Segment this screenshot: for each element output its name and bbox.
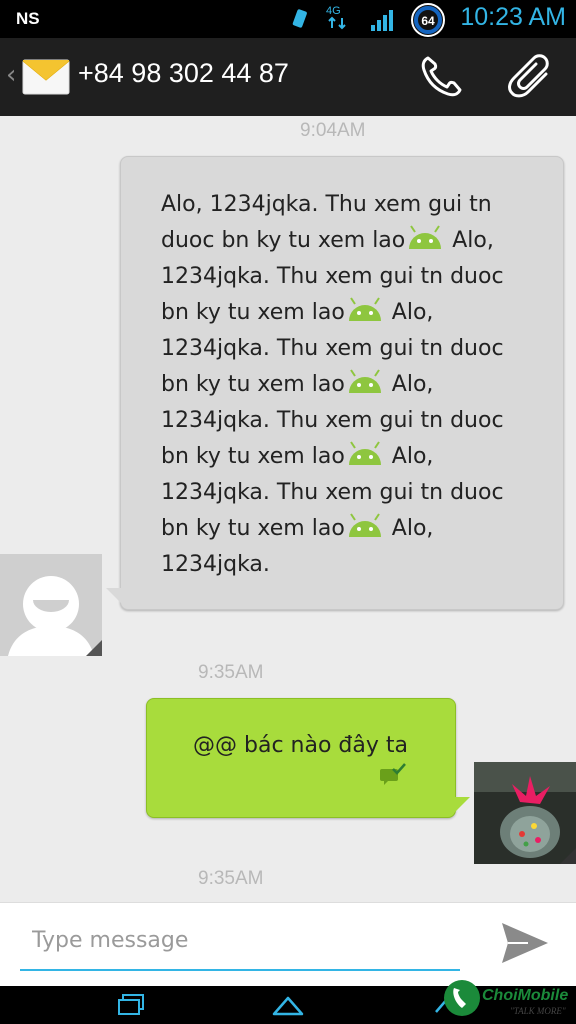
contact-number[interactable]: +84 98 302 44 87 bbox=[78, 58, 289, 89]
message-line: 1234jqka. Thu xem gui tn duoc bbox=[161, 480, 504, 505]
outgoing-bubble-tail bbox=[454, 797, 470, 813]
outgoing-timestamp: 9:35AM bbox=[198, 662, 264, 683]
send-icon[interactable] bbox=[498, 919, 552, 967]
phone-icon[interactable] bbox=[416, 52, 466, 102]
watermark-brand: ChoiMobile bbox=[482, 987, 568, 1004]
clock: 10:23 AM bbox=[460, 3, 566, 31]
message-line: bn ky tu xem lao bbox=[161, 372, 345, 397]
paperclip-icon[interactable] bbox=[506, 52, 556, 102]
status-icons: 4G 64 bbox=[288, 3, 448, 37]
incoming-timestamp: 9:04AM bbox=[300, 120, 366, 141]
message-line: bn ky tu xem lao bbox=[161, 516, 345, 541]
android-emoji-icon bbox=[348, 369, 381, 393]
incoming-message-bubble[interactable]: Alo, 1234jqka. Thu xem gui tn duoc bn ky… bbox=[120, 156, 564, 610]
message-line: bn ky tu xem lao bbox=[161, 300, 345, 325]
pending-timestamp: 9:35AM bbox=[198, 868, 264, 889]
message-line: 1234jqka. Thu xem gui tn duoc bbox=[161, 408, 504, 433]
default-contact-icon bbox=[0, 554, 102, 656]
message-line: Alo, bbox=[391, 444, 434, 469]
android-emoji-icon bbox=[409, 225, 442, 249]
incoming-bubble-tail bbox=[106, 588, 122, 604]
message-line: Alo, 1234jqka. Thu xem gui tn bbox=[161, 192, 492, 217]
choimobile-watermark-logo: ChoiMobile "TALK MORE" bbox=[444, 980, 568, 1016]
message-line: 1234jqka. bbox=[161, 552, 270, 577]
message-line: Alo, bbox=[452, 228, 494, 253]
signal-icon bbox=[371, 10, 393, 31]
message-line: Alo, bbox=[391, 372, 434, 397]
battery-icon: 64 bbox=[411, 3, 445, 37]
delivered-icon bbox=[380, 763, 406, 785]
home-icon[interactable] bbox=[270, 992, 306, 1018]
message-line: Alo, bbox=[391, 300, 434, 325]
message-line: bn ky tu xem lao bbox=[161, 444, 345, 469]
message-input[interactable] bbox=[30, 927, 454, 954]
battery-level: 64 bbox=[421, 14, 435, 28]
my-avatar[interactable] bbox=[474, 762, 576, 864]
message-line: duoc bn ky tu xem lao bbox=[161, 228, 406, 253]
action-bar: ‹ +84 98 302 44 87 bbox=[0, 38, 576, 116]
watermark-tagline: "TALK MORE" bbox=[510, 1006, 566, 1016]
back-caret-icon[interactable]: ‹ bbox=[6, 60, 16, 90]
incoming-message-text: Alo, 1234jqka. Thu xem gui tn duoc bn ky… bbox=[161, 187, 541, 583]
network-4g-icon: 4G bbox=[326, 5, 346, 30]
outgoing-message-bubble[interactable]: @@ bác nào đây ta bbox=[146, 698, 456, 818]
message-line: 1234jqka. Thu xem gui tn duoc bbox=[161, 264, 504, 289]
sms-envelope-icon[interactable] bbox=[22, 52, 70, 100]
message-input-container[interactable] bbox=[20, 923, 460, 971]
profile-photo bbox=[474, 762, 576, 864]
carrier-label: NS bbox=[16, 9, 40, 28]
network-type-label: 4G bbox=[326, 5, 341, 17]
message-line: Alo, bbox=[391, 516, 434, 541]
outgoing-message-text: @@ bác nào đây ta bbox=[193, 733, 408, 758]
recent-apps-icon[interactable] bbox=[114, 992, 150, 1018]
message-line: 1234jqka. Thu xem gui tn duoc bbox=[161, 336, 504, 361]
usb-phone-icon bbox=[292, 9, 307, 28]
contact-avatar[interactable] bbox=[0, 554, 102, 656]
android-emoji-icon bbox=[348, 297, 381, 321]
status-bar: NS 4G 64 10:23 AM bbox=[0, 0, 576, 38]
android-emoji-icon bbox=[348, 441, 381, 465]
android-emoji-icon bbox=[348, 513, 381, 537]
